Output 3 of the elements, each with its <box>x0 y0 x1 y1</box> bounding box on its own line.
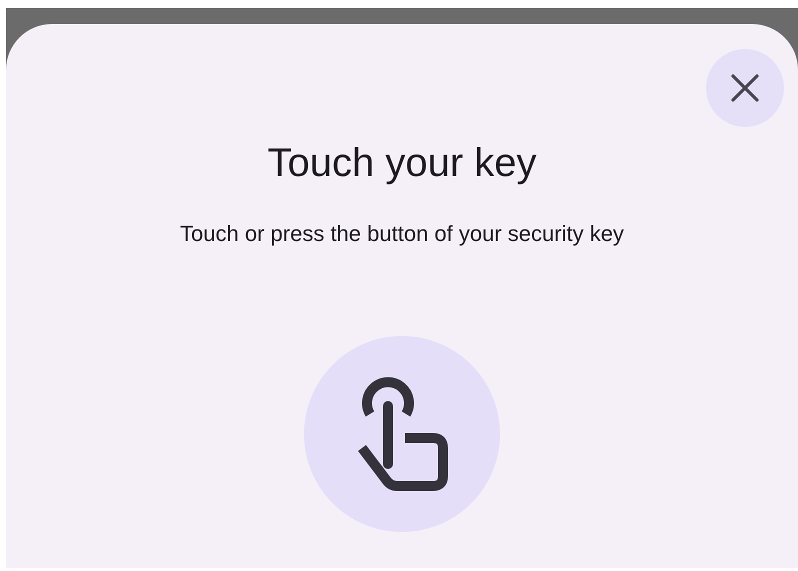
close-icon <box>730 73 760 103</box>
dialog-title: Touch your key <box>267 140 537 187</box>
dialog-message: Touch or press the button of your security key <box>180 220 624 248</box>
